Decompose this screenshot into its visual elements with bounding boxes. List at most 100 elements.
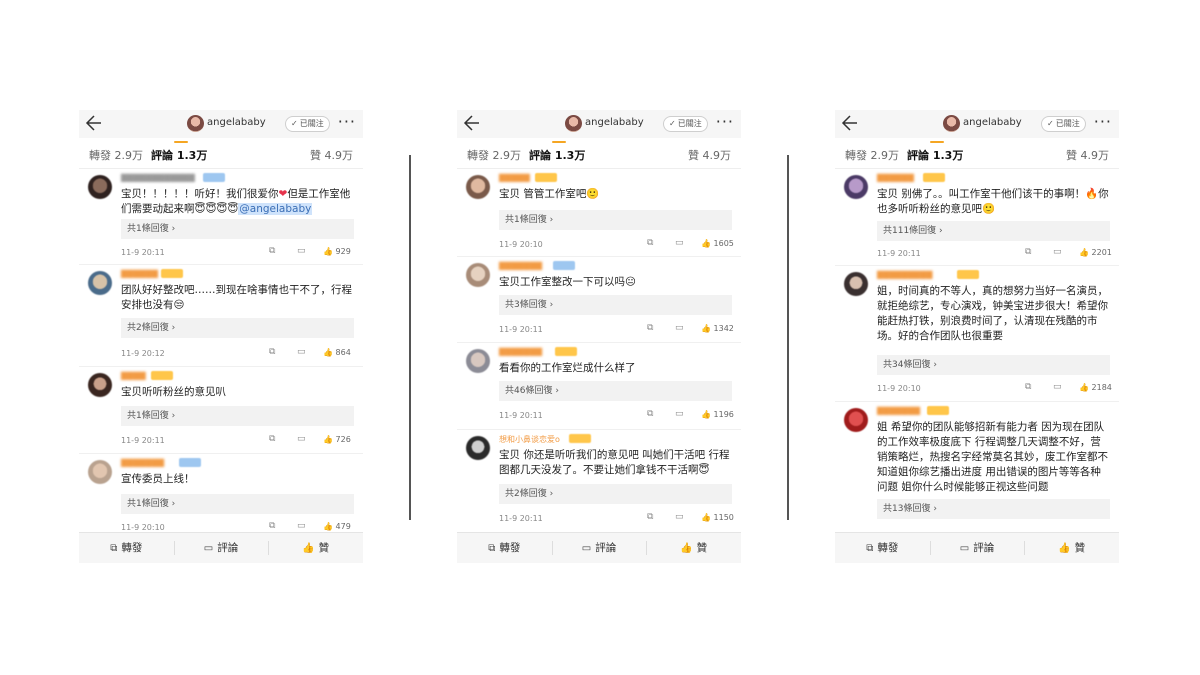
back-arrow-icon[interactable] bbox=[841, 112, 859, 134]
reply-icon[interactable]: ▭ bbox=[297, 246, 306, 256]
reply-icon[interactable]: ▭ bbox=[297, 434, 306, 444]
like-button[interactable]: 👍 贊 bbox=[1024, 533, 1119, 563]
follow-button[interactable]: ✓ 已關注 bbox=[663, 116, 708, 132]
commenter-name-blurred[interactable]: ▇▇▇▇▇ bbox=[499, 173, 530, 183]
tab-repost[interactable]: 轉發 2.9万 bbox=[845, 147, 899, 163]
author-avatar[interactable] bbox=[943, 115, 960, 132]
comment-button[interactable]: ▭ 評論 bbox=[173, 533, 269, 563]
commenter-avatar[interactable] bbox=[466, 436, 490, 460]
commenter-name-blurred[interactable]: ▇▇▇▇▇▇▇ bbox=[877, 406, 920, 416]
share-icon[interactable]: ⧉ bbox=[1025, 382, 1031, 392]
replies-link[interactable]: 共1條回復 › bbox=[121, 406, 354, 426]
reply-icon[interactable]: ▭ bbox=[675, 409, 684, 419]
replies-link[interactable]: 共46條回復 › bbox=[499, 381, 732, 401]
replies-link[interactable]: 共1條回復 › bbox=[121, 219, 354, 239]
tab-comment[interactable]: 評論 1.3万 bbox=[529, 147, 585, 163]
like-count[interactable]: 👍 2184 bbox=[1079, 383, 1112, 392]
like-count[interactable]: 👍 1196 bbox=[701, 410, 734, 419]
commenter-name[interactable]: 想和小鼻谈恋爱o bbox=[499, 434, 560, 444]
like-count[interactable]: 👍 1342 bbox=[701, 324, 734, 333]
replies-link[interactable]: 共2條回復 › bbox=[499, 484, 732, 504]
follow-button[interactable]: ✓ 已關注 bbox=[285, 116, 330, 132]
like-button[interactable]: 👍 贊 bbox=[646, 533, 741, 563]
commenter-name-blurred[interactable]: ▇▇▇▇▇▇▇ bbox=[499, 347, 542, 357]
commenter-avatar[interactable] bbox=[88, 175, 112, 199]
vip-badge bbox=[957, 270, 979, 279]
share-icon[interactable]: ⧉ bbox=[269, 434, 275, 444]
like-count[interactable]: 👍 864 bbox=[323, 348, 351, 357]
replies-link[interactable]: 共3條回復 › bbox=[499, 295, 732, 315]
comment-button[interactable]: ▭ 評論 bbox=[551, 533, 647, 563]
replies-link[interactable]: 共2條回復 › bbox=[121, 318, 354, 338]
replies-link[interactable]: 共1條回復 › bbox=[499, 210, 732, 230]
follow-button[interactable]: ✓ 已關注 bbox=[1041, 116, 1086, 132]
commenter-name-blurred[interactable]: ▇▇▇▇ bbox=[121, 371, 146, 381]
reply-icon[interactable]: ▭ bbox=[297, 347, 306, 357]
author-username[interactable]: angelababy bbox=[207, 117, 266, 128]
reply-icon[interactable]: ▭ bbox=[1053, 247, 1062, 257]
commenter-avatar[interactable] bbox=[844, 272, 868, 296]
back-arrow-icon[interactable] bbox=[463, 112, 481, 134]
share-icon[interactable]: ⧉ bbox=[647, 512, 653, 522]
like-button[interactable]: 👍 贊 bbox=[268, 533, 363, 563]
repost-button[interactable]: ⧉ 轉發 bbox=[457, 533, 552, 563]
commenter-avatar[interactable] bbox=[88, 460, 112, 484]
mention-link[interactable]: @angelababy bbox=[238, 203, 313, 215]
share-icon[interactable]: ⧉ bbox=[647, 323, 653, 333]
reply-icon[interactable]: ▭ bbox=[675, 323, 684, 333]
more-options-icon[interactable]: ··· bbox=[716, 112, 734, 131]
replies-link[interactable]: 共34條回復 › bbox=[877, 355, 1110, 375]
replies-link[interactable]: 共111條回復 › bbox=[877, 221, 1110, 241]
like-count[interactable]: 👍 2201 bbox=[1079, 248, 1112, 257]
commenter-name-blurred[interactable]: ▇▇▇▇▇▇▇▇▇ bbox=[877, 270, 932, 280]
share-icon[interactable]: ⧉ bbox=[1025, 247, 1031, 257]
reply-icon[interactable]: ▭ bbox=[297, 521, 306, 531]
author-username[interactable]: angelababy bbox=[585, 117, 644, 128]
share-icon[interactable]: ⧉ bbox=[269, 521, 275, 531]
commenter-avatar[interactable] bbox=[88, 271, 112, 295]
like-count[interactable]: 👍 929 bbox=[323, 247, 351, 256]
vip-badge bbox=[569, 434, 591, 443]
commenter-avatar[interactable] bbox=[844, 175, 868, 199]
like-count[interactable]: 👍 479 bbox=[323, 522, 351, 531]
commenter-avatar[interactable] bbox=[466, 263, 490, 287]
commenter-name-blurred[interactable]: ▇▇▇▇▇▇ bbox=[877, 173, 914, 183]
repost-button[interactable]: ⧉ 轉發 bbox=[835, 533, 930, 563]
author-avatar[interactable] bbox=[187, 115, 204, 132]
tab-repost[interactable]: 轉發 2.9万 bbox=[89, 147, 143, 163]
commenter-name-blurred[interactable]: ▇▇▇▇▇▇▇ bbox=[499, 261, 542, 271]
back-arrow-icon[interactable] bbox=[85, 112, 103, 134]
tab-like[interactable]: 贊 4.9万 bbox=[310, 147, 353, 163]
comment-button[interactable]: ▭ 評論 bbox=[929, 533, 1025, 563]
more-options-icon[interactable]: ··· bbox=[1094, 112, 1112, 131]
repost-button[interactable]: ⧉ 轉發 bbox=[79, 533, 174, 563]
commenter-name-blurred[interactable]: ▇▇▇▇▇▇▇ bbox=[121, 458, 164, 468]
replies-link[interactable]: 共13條回復 › bbox=[877, 499, 1110, 519]
replies-link[interactable]: 共1條回復 › bbox=[121, 494, 354, 514]
commenter-avatar[interactable] bbox=[466, 349, 490, 373]
share-icon[interactable]: ⧉ bbox=[647, 238, 653, 248]
tab-like[interactable]: 贊 4.9万 bbox=[1066, 147, 1109, 163]
commenter-avatar[interactable] bbox=[466, 175, 490, 199]
reply-icon[interactable]: ▭ bbox=[1053, 382, 1062, 392]
tab-comment[interactable]: 評論 1.3万 bbox=[907, 147, 963, 163]
tab-like[interactable]: 贊 4.9万 bbox=[688, 147, 731, 163]
share-icon[interactable]: ⧉ bbox=[269, 246, 275, 256]
share-icon[interactable]: ⧉ bbox=[647, 409, 653, 419]
reply-icon[interactable]: ▭ bbox=[675, 238, 684, 248]
reply-icon[interactable]: ▭ bbox=[675, 512, 684, 522]
commenter-avatar[interactable] bbox=[844, 408, 868, 432]
like-count[interactable]: 👍 1605 bbox=[701, 239, 734, 248]
commenter-name-blurred[interactable]: ▇▇▇▇▇▇▇▇▇▇▇▇ bbox=[121, 173, 195, 183]
tab-repost[interactable]: 轉發 2.9万 bbox=[467, 147, 521, 163]
tab-comment[interactable]: 評論 1.3万 bbox=[151, 147, 207, 163]
top-bar: angelababy ✓ 已關注 ··· bbox=[457, 110, 741, 138]
commenter-avatar[interactable] bbox=[88, 373, 112, 397]
commenter-name-blurred[interactable]: ▇▇▇▇▇▇ bbox=[121, 269, 158, 279]
like-count[interactable]: 👍 726 bbox=[323, 435, 351, 444]
like-count[interactable]: 👍 1150 bbox=[701, 513, 734, 522]
share-icon[interactable]: ⧉ bbox=[269, 347, 275, 357]
more-options-icon[interactable]: ··· bbox=[338, 112, 356, 131]
author-username[interactable]: angelababy bbox=[963, 117, 1022, 128]
author-avatar[interactable] bbox=[565, 115, 582, 132]
